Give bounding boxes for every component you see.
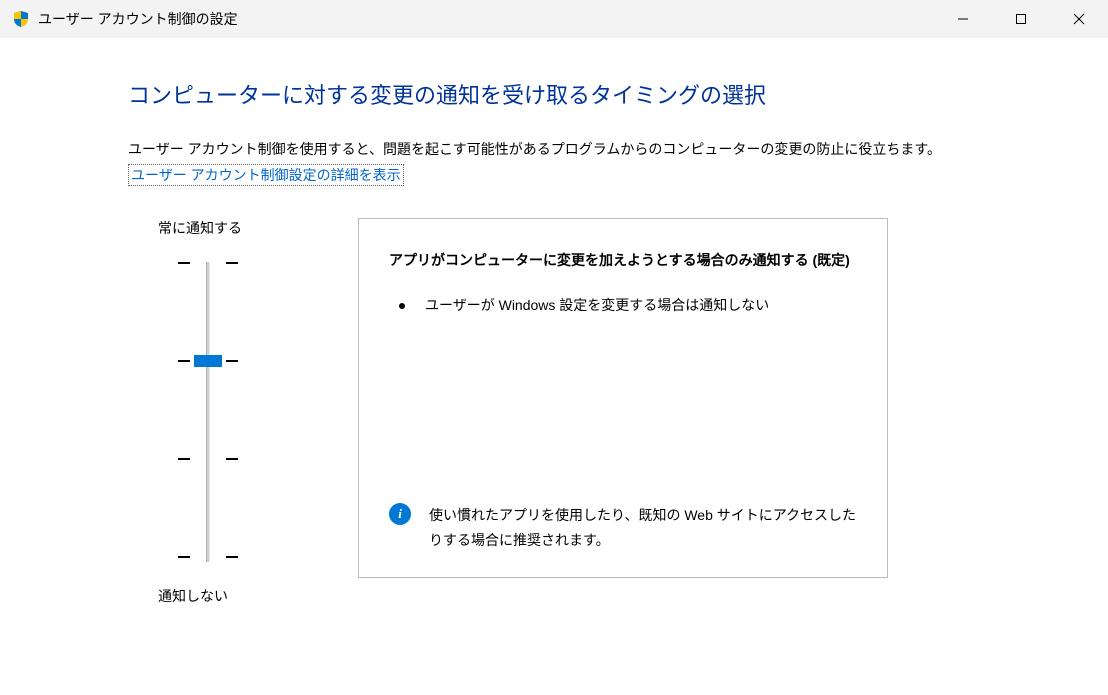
- slider-thumb[interactable]: [194, 355, 222, 367]
- minimize-button[interactable]: [934, 0, 992, 38]
- slider-track: [206, 262, 210, 562]
- slider-top-label: 常に通知する: [158, 218, 242, 238]
- slider-tick: [178, 556, 238, 558]
- slider-tick: [178, 262, 238, 264]
- info-bullet-text: ユーザーが Windows 設定を変更する場合は通知しない: [425, 295, 769, 315]
- slider-bottom-label: 通知しない: [158, 586, 228, 606]
- page-description: ユーザー アカウント制御を使用すると、問題を起こす可能性があるプログラムからのコ…: [128, 138, 988, 160]
- info-footer: i 使い慣れたアプリを使用したり、既知の Web サイトにアクセスしたりする場合…: [389, 503, 857, 553]
- info-box: アプリがコンピューターに変更を加えようとする場合のみ通知する (既定) ユーザー…: [358, 218, 888, 578]
- slider-tick: [178, 458, 238, 460]
- info-title: アプリがコンピューターに変更を加えようとする場合のみ通知する (既定): [389, 249, 857, 273]
- titlebar: ユーザー アカウント制御の設定: [0, 0, 1108, 38]
- page-title: コンピューターに対する変更の通知を受け取るタイミングの選択: [128, 78, 988, 110]
- uac-details-link[interactable]: ユーザー アカウント制御設定の詳細を表示: [128, 164, 404, 186]
- maximize-button[interactable]: [992, 0, 1050, 38]
- content-area: コンピューターに対する変更の通知を受け取るタイミングの選択 ユーザー アカウント…: [0, 38, 1108, 606]
- window-controls: [934, 0, 1108, 38]
- window-title: ユーザー アカウント制御の設定: [38, 9, 238, 29]
- info-recommendation: 使い慣れたアプリを使用したり、既知の Web サイトにアクセスしたりする場合に推…: [429, 503, 857, 553]
- info-bullet-row: ユーザーが Windows 設定を変更する場合は通知しない: [399, 295, 857, 315]
- close-button[interactable]: [1050, 0, 1108, 38]
- slider-column: 常に通知する 通知しない: [128, 218, 288, 606]
- bullet-icon: [399, 303, 405, 309]
- info-icon: i: [389, 503, 411, 525]
- shield-icon: [12, 10, 30, 28]
- notification-slider[interactable]: [168, 262, 248, 562]
- main-area: 常に通知する 通知しない アプリがコンピューターに変更を加えようとする場合のみ通…: [128, 218, 988, 606]
